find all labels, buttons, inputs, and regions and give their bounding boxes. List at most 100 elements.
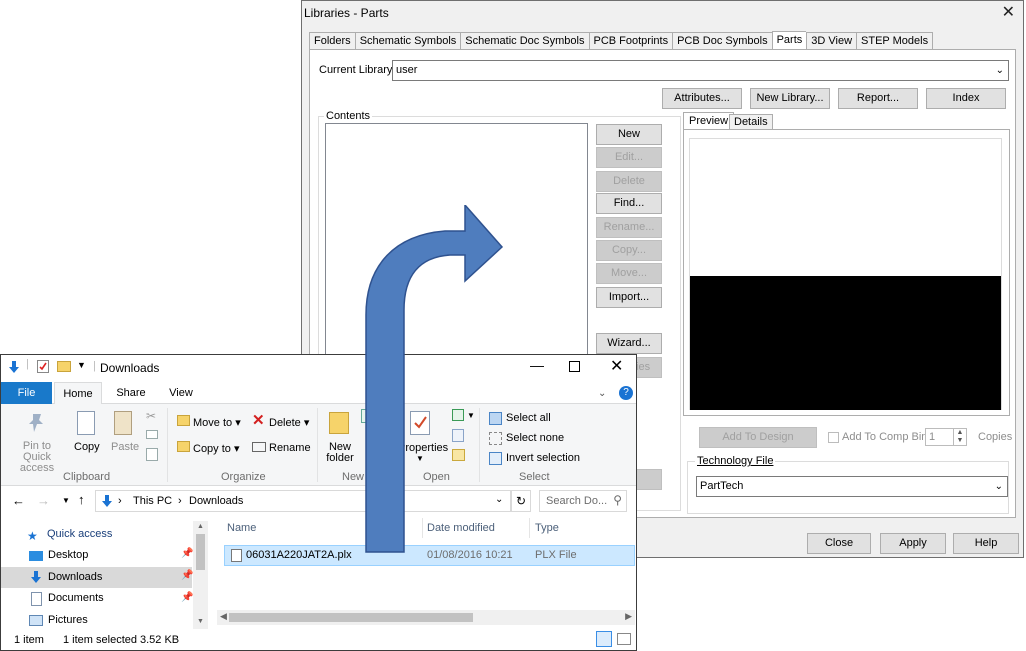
close-icon[interactable]: ✕ <box>610 356 623 376</box>
delete-button[interactable]: Delete <box>596 171 662 192</box>
add-to-comp-bin-checkbox[interactable] <box>828 432 839 443</box>
new-library-button[interactable]: New Library... <box>750 88 830 109</box>
tab-schematic-doc-symbols[interactable]: Schematic Doc Symbols <box>460 32 589 50</box>
ribbon-divider <box>317 408 318 482</box>
maximize-icon[interactable] <box>569 361 580 372</box>
help-button[interactable]: Help <box>953 533 1019 554</box>
minimize-icon[interactable]: — <box>530 357 544 373</box>
search-input[interactable]: Search Do... ⚲ <box>539 490 627 512</box>
tab-file[interactable]: File <box>1 382 52 404</box>
tab-home[interactable]: Home <box>54 382 102 405</box>
pin-icon <box>27 412 47 434</box>
customize-toolbar-icon[interactable]: ▼ <box>77 360 86 370</box>
tab-parts[interactable]: Parts <box>771 31 807 50</box>
spinner-icon[interactable]: ▲ ▼ <box>953 429 966 445</box>
preview-panel <box>683 129 1010 416</box>
tab-details[interactable]: Details <box>729 114 773 130</box>
ribbon-divider <box>167 408 168 482</box>
select-all-button[interactable]: Select all <box>506 412 551 424</box>
tab-pcb-doc-symbols[interactable]: PCB Doc Symbols <box>672 32 772 50</box>
rename-icon <box>252 442 266 452</box>
tab-share[interactable]: Share <box>107 382 155 404</box>
report-button[interactable]: Report... <box>838 88 918 109</box>
file-icon <box>231 549 242 562</box>
new-folder-button[interactable]: New folder <box>325 442 355 464</box>
expand-ribbon-icon[interactable]: ⌄ <box>598 388 606 399</box>
index-button[interactable]: Index <box>926 88 1006 109</box>
properties-quick-icon[interactable] <box>37 360 49 373</box>
forward-icon[interactable]: → <box>37 493 50 508</box>
wizard-button[interactable]: Wizard... <box>596 333 662 354</box>
nav-documents[interactable]: Documents <box>1 588 192 609</box>
paste-icon <box>114 411 132 435</box>
dialog-title: Libraries - Parts <box>304 6 389 20</box>
move-to-icon <box>177 415 190 426</box>
tab-3d-view[interactable]: 3D View <box>806 32 857 50</box>
paste-button[interactable]: Paste <box>111 441 139 453</box>
file-name: 06031A220JAT2A.plx <box>246 549 352 561</box>
cut-icon[interactable]: ✂ <box>146 409 156 423</box>
select-group-label: Select <box>519 471 550 483</box>
large-icons-view-icon[interactable] <box>617 633 631 645</box>
pin-to-quick-access-button[interactable]: Pin to Quick access <box>9 441 65 474</box>
close-button[interactable]: Close <box>807 533 871 554</box>
copies-value: 1 <box>929 431 936 443</box>
column-type[interactable]: Type <box>535 522 559 534</box>
copy-to-icon <box>177 441 190 452</box>
folder-icon[interactable] <box>57 361 71 372</box>
rename-button[interactable]: Rename <box>269 442 311 454</box>
move-button[interactable]: Move... <box>596 263 662 284</box>
new-button[interactable]: New <box>596 124 662 145</box>
search-icon: ⚲ <box>613 493 622 507</box>
pin-icon[interactable]: 📌 <box>181 548 193 559</box>
breadcrumb-this-pc[interactable]: This PC <box>133 495 172 507</box>
copy-to-button[interactable]: Copy to ▾ <box>193 442 240 455</box>
tab-preview[interactable]: Preview <box>683 112 735 130</box>
tab-pcb-footprints[interactable]: PCB Footprints <box>588 32 673 50</box>
horizontal-scrollbar[interactable]: ◀ ▶ <box>217 610 635 625</box>
tab-schematic-symbols[interactable]: Schematic Symbols <box>354 32 461 50</box>
find-button[interactable]: Find... <box>596 193 662 214</box>
new-folder-icon <box>329 412 349 434</box>
organize-group-label: Organize <box>221 471 266 483</box>
invert-selection-button[interactable]: Invert selection <box>506 452 580 464</box>
copy-button[interactable]: Copy... <box>596 240 662 261</box>
select-none-button[interactable]: Select none <box>506 432 564 444</box>
copy-icon <box>77 411 95 435</box>
paste-shortcut-icon[interactable] <box>146 448 158 461</box>
edit-button[interactable]: Edit... <box>596 147 662 168</box>
status-size: 3.52 KB <box>140 634 180 646</box>
recent-locations-icon[interactable]: ▼ <box>62 496 70 505</box>
copy-button[interactable]: Copy <box>74 441 100 453</box>
details-view-icon[interactable] <box>596 631 612 647</box>
tab-folders[interactable]: Folders <box>309 32 355 50</box>
help-icon[interactable]: ? <box>619 386 633 400</box>
breadcrumb-downloads[interactable]: Downloads <box>189 495 243 507</box>
arrow-shape <box>365 205 504 553</box>
tab-step-models[interactable]: STEP Models <box>856 32 934 50</box>
close-icon[interactable]: ✕ <box>1002 2 1015 22</box>
pin-icon[interactable]: 📌 <box>181 592 193 603</box>
window-title: Downloads <box>100 361 160 375</box>
pin-icon[interactable]: 📌 <box>181 570 193 581</box>
tab-view[interactable]: View <box>157 382 205 404</box>
up-icon[interactable]: ↑ <box>78 492 85 507</box>
refresh-icon[interactable]: ↻ <box>511 490 531 512</box>
technology-file-select[interactable]: PartTech ⌄ <box>696 476 1008 497</box>
back-icon[interactable]: ← <box>12 493 25 508</box>
technology-file-label: Technology File <box>695 455 776 467</box>
add-to-design-button[interactable]: Add To Design <box>699 427 817 448</box>
delete-button[interactable]: Delete ▾ <box>269 416 309 429</box>
desktop-icon <box>29 551 43 561</box>
copy-path-icon[interactable] <box>146 430 158 439</box>
down-arrow-icon <box>7 360 21 374</box>
move-to-button[interactable]: Move to ▾ <box>193 416 241 429</box>
rename-button[interactable]: Rename... <box>596 217 662 238</box>
apply-button[interactable]: Apply <box>880 533 946 554</box>
nav-scrollbar[interactable]: ▲ ▼ <box>193 521 208 629</box>
import-button[interactable]: Import... <box>596 287 662 308</box>
attributes-button[interactable]: Attributes... <box>662 88 742 109</box>
copies-stepper[interactable]: 1 ▲ ▼ <box>925 428 967 446</box>
column-name[interactable]: Name <box>227 522 256 534</box>
current-library-select[interactable]: user ⌄ <box>392 60 1009 81</box>
